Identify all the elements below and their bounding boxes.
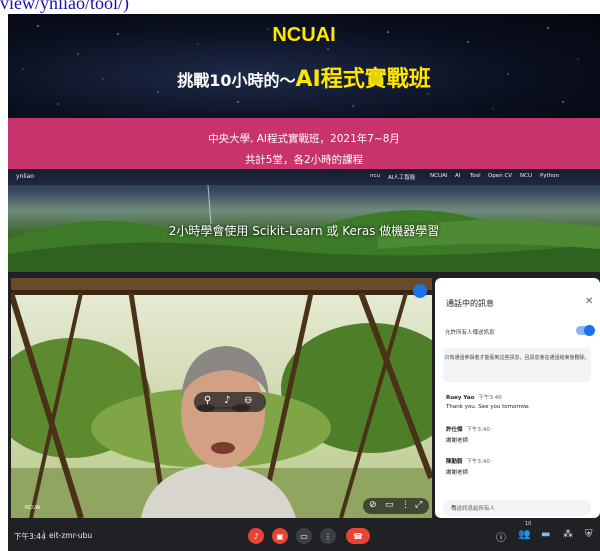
message-time: 下午3:40 bbox=[478, 395, 502, 401]
toolbar-divider bbox=[43, 530, 44, 540]
nav-item-ai-intelligence[interactable]: AI人工智能 bbox=[388, 173, 415, 181]
send-icon[interactable]: ➤ bbox=[451, 504, 587, 510]
message-sender: 許仕傑 bbox=[446, 427, 463, 433]
site-header: ynliao ncu AI人工智能 NCUAI AI Tool Open CV … bbox=[8, 169, 600, 272]
site-headline: 2小時學會使用 Scikit-Learn 或 Keras 做機器學習 bbox=[168, 224, 440, 238]
people-icon[interactable]: 👥 bbox=[518, 529, 530, 540]
allow-messages-label: 允許所有人傳送訊息 bbox=[445, 330, 495, 336]
message-sender: 陳勤毅 bbox=[446, 459, 463, 465]
message-time: 下午3:40 bbox=[466, 427, 490, 433]
nav-item-opencv[interactable]: Open CV bbox=[488, 173, 512, 179]
info-icon[interactable]: ⓘ bbox=[496, 529, 506, 544]
host-controls-icon[interactable]: ⛨ bbox=[585, 529, 593, 540]
nav-item-tool[interactable]: Tool bbox=[470, 173, 481, 179]
course-banner: NCUAI 挑戰10小時的～AI程式實戰班 bbox=[8, 14, 600, 118]
message-time: 下午3:40 bbox=[466, 459, 490, 465]
video-overlay-controls: ⚲ ♪ ⊖ bbox=[194, 392, 266, 412]
chat-icon[interactable]: ▬ bbox=[541, 529, 550, 540]
mic-off-icon[interactable]: ♪ bbox=[248, 528, 264, 544]
chat-message: 許仕傑 下午3:40 謝謝老師 bbox=[446, 425, 490, 444]
site-logo[interactable]: ynliao bbox=[16, 173, 34, 180]
message-text: 謝謝老師 bbox=[446, 438, 469, 444]
nav-item-ncuai[interactable]: NCUAI bbox=[430, 173, 447, 179]
brand-title: NCUAI bbox=[272, 24, 336, 46]
more-options-icon[interactable]: ⋮ bbox=[320, 528, 336, 544]
chat-message: 陳勤毅 下午3:40 謝謝老師 bbox=[446, 457, 490, 476]
toggle-knob bbox=[584, 325, 595, 336]
tagline-highlight: AI程式實戰班 bbox=[295, 67, 431, 92]
mic-icon[interactable]: ♪ bbox=[224, 395, 230, 406]
chat-input[interactable]: 傳送訊息給所有人 ➤ bbox=[443, 500, 591, 516]
pin-icon[interactable]: ⚲ bbox=[204, 395, 211, 406]
frame-icon[interactable]: ▭ bbox=[385, 500, 394, 510]
chat-message: Ruey Yao 下午3:40 Thank you. See you tomorr… bbox=[446, 393, 530, 410]
url-fragment[interactable]: view/ynliao/tool/) bbox=[0, 0, 600, 14]
participants-badge: 10 bbox=[525, 521, 532, 527]
message-text: 謝謝老師 bbox=[446, 470, 469, 476]
expand-icon[interactable]: ⤢ bbox=[415, 500, 422, 510]
allow-messages-toggle[interactable] bbox=[576, 325, 595, 336]
tile-controls: ⊘ ▭ ⋮ ⤢ bbox=[363, 498, 429, 514]
nav-item-ai[interactable]: AI bbox=[455, 173, 460, 179]
nav-item-ncu[interactable]: ncu bbox=[370, 173, 380, 179]
course-tagline: 挑戰10小時的～AI程式實戰班 bbox=[8, 61, 600, 93]
hangup-icon[interactable]: ☎ bbox=[346, 528, 370, 544]
mic-off-icon[interactable]: ⊘ bbox=[369, 500, 377, 510]
present-icon[interactable]: ▭ bbox=[296, 528, 312, 544]
meeting-window: NCUAI ⚲ ♪ ⊖ ⊘ ▭ ⋮ ⤢ 通話中的訊息 ✕ 允許所有人傳送訊息 只… bbox=[8, 272, 600, 551]
chat-panel: 通話中的訊息 ✕ 允許所有人傳送訊息 只有通話參與者才能看到這些訊息，且訊息會在… bbox=[435, 278, 600, 518]
meeting-code: eit-zmr-ubu bbox=[49, 531, 93, 540]
nav-item-ncu-2[interactable]: NCU bbox=[520, 173, 532, 179]
remove-icon[interactable]: ⊖ bbox=[244, 395, 252, 406]
chat-notice: 只有通話參與者才能看到這些訊息，且訊息會在通話結束後刪除。 bbox=[443, 348, 591, 382]
more-icon[interactable]: ⋮ bbox=[401, 500, 410, 510]
tagline-prefix: 挑戰10小時的～ bbox=[177, 71, 296, 90]
close-icon[interactable]: ✕ bbox=[585, 296, 593, 307]
activities-icon[interactable]: ⁂ bbox=[563, 529, 573, 540]
chat-title: 通話中的訊息 bbox=[446, 299, 494, 308]
meeting-clock: 下午3:44 bbox=[14, 532, 46, 541]
course-date-line: 中央大學, AI程式實戰班，2021年7~8月 bbox=[208, 133, 400, 145]
speaker-video[interactable]: NCUAI ⚲ ♪ ⊖ ⊘ ▭ ⋮ ⤢ bbox=[11, 278, 432, 518]
course-sessions-line: 共計5堂，各2小時的課程 bbox=[244, 154, 364, 166]
meeting-toolbar: 下午3:44 eit-zmr-ubu ♪ ▣ ▭ ⋮ ☎ ⓘ 👥 10 ▬ ⁂ … bbox=[8, 521, 600, 551]
course-info-strip: 中央大學, AI程式實戰班，2021年7~8月 共計5堂，各2小時的課程 bbox=[8, 118, 600, 169]
camera-off-icon[interactable]: ▣ bbox=[272, 528, 288, 544]
speaking-indicator-icon bbox=[413, 284, 427, 298]
nav-item-python[interactable]: Python bbox=[540, 173, 559, 179]
svg-text:NCUAI: NCUAI bbox=[25, 505, 41, 511]
message-text: Thank you. See you tomorrow. bbox=[446, 404, 530, 410]
message-sender: Ruey Yao bbox=[446, 395, 475, 401]
